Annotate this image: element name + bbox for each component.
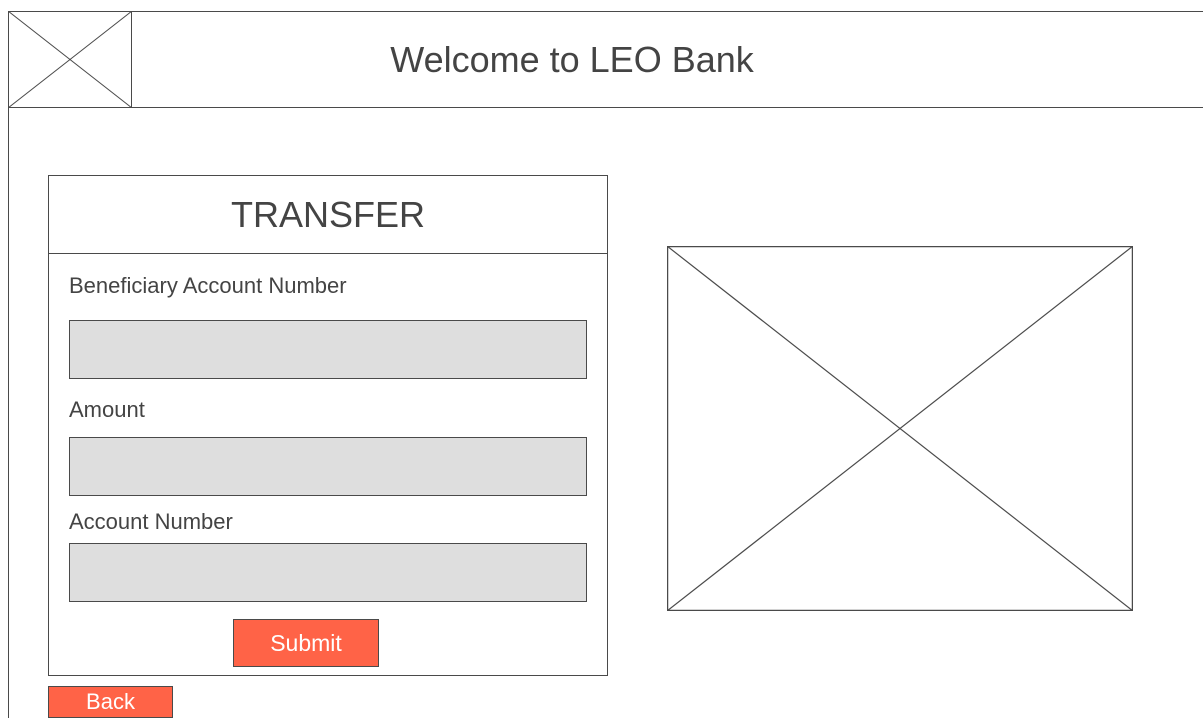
page-title: Welcome to LEO Bank [390,38,754,80]
amount-label: Amount [69,397,145,422]
account-number-input[interactable] [69,543,587,602]
beneficiary-account-label: Beneficiary Account Number [69,273,347,298]
beneficiary-account-input[interactable] [69,320,587,379]
logo-placeholder-icon [7,10,133,109]
transfer-title: TRANSFER [49,176,607,254]
amount-input[interactable] [69,437,587,496]
account-number-label: Account Number [69,509,233,534]
image-placeholder-icon [666,245,1134,612]
submit-button[interactable]: Submit [233,619,379,667]
frame-left-border [8,11,9,718]
back-button[interactable]: Back [48,686,173,718]
transfer-panel: TRANSFER Beneficiary Account Number Amou… [48,175,608,676]
